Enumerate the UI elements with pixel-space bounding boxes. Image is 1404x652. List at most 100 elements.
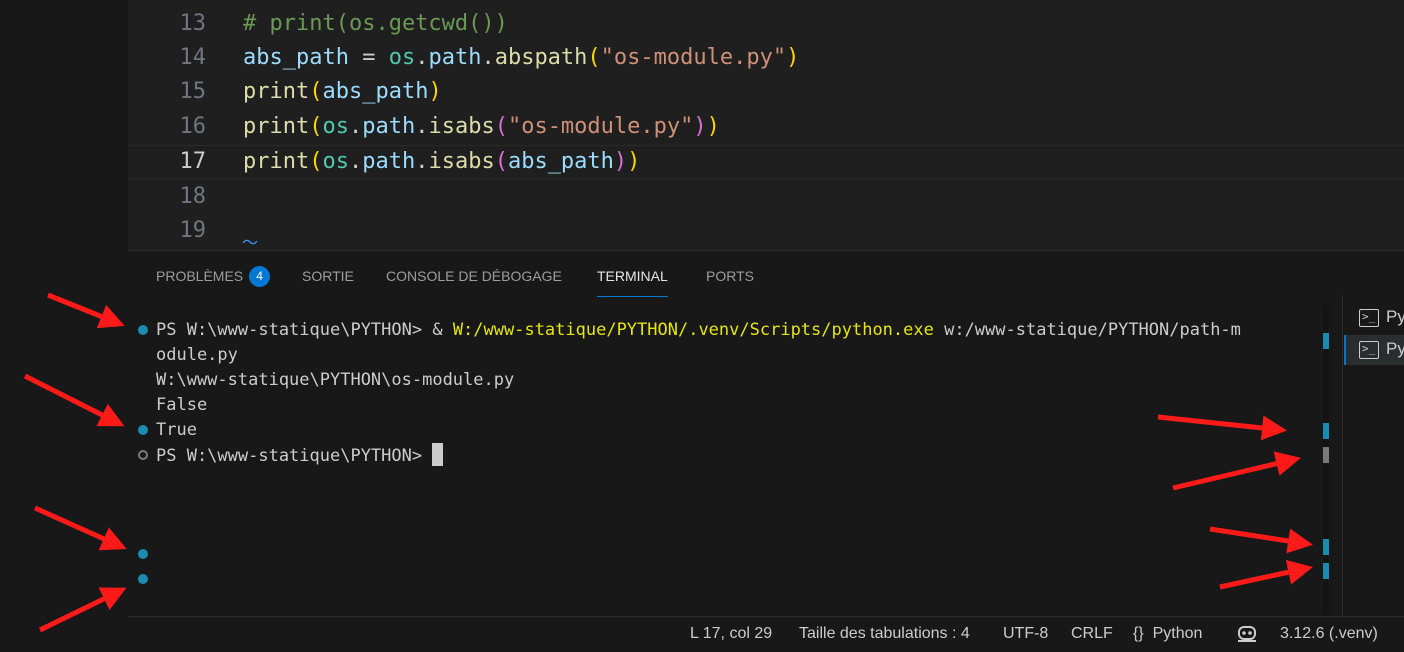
line-code: print(os.path.isabs("os-module.py")): [243, 110, 720, 144]
code-token: (: [587, 45, 601, 70]
editor-line[interactable]: 15 print(abs_path): [128, 75, 1404, 109]
terminal-list-divider[interactable]: [1342, 295, 1343, 617]
terminal-tabs-list: >_ Py >_ Py: [1344, 301, 1404, 371]
terminal-line: True: [156, 420, 197, 440]
problems-count-badge: 4: [249, 266, 271, 287]
code-token: (: [309, 114, 323, 139]
left-gutter-area: [0, 0, 128, 652]
command-success-decoration[interactable]: [138, 325, 148, 335]
overview-ruler-cursor-mark: [1323, 447, 1329, 463]
code-token: ): [428, 79, 442, 104]
terminal-tab-item[interactable]: >_ Py: [1344, 303, 1404, 333]
tab-label: PROBLÈMES: [156, 268, 244, 284]
code-token: (: [494, 149, 508, 174]
code-token: print: [243, 79, 310, 104]
code-token: ): [627, 149, 641, 174]
code-token: .: [348, 114, 363, 139]
code-token: isabs: [428, 114, 495, 139]
code-token: ): [786, 45, 800, 70]
file-encoding[interactable]: UTF-8: [1003, 617, 1048, 651]
code-token: .: [348, 149, 363, 174]
status-bar: L 17, col 29 Taille des tabulations : 4 …: [128, 616, 1404, 652]
terminal-tab-label: Py: [1386, 339, 1404, 358]
code-token: abspath: [494, 45, 588, 70]
line-code: print(os.path.isabs(abs_path)): [243, 145, 640, 179]
terminal-line: PS W:\www-statique\PYTHON> & W:/www-stat…: [156, 318, 1241, 343]
command-success-decoration[interactable]: [138, 425, 148, 435]
line-number-active: 17: [179, 149, 207, 174]
script-path: w:/www-statique/PYTHON/path-m: [933, 320, 1241, 340]
terminal-icon: >_: [1359, 309, 1379, 327]
tab-label: PORTS: [706, 268, 754, 284]
code-token: path: [362, 114, 416, 139]
line-code: print(abs_path): [243, 75, 442, 109]
line-number: 13: [179, 11, 207, 36]
code-token: path: [428, 45, 482, 70]
editor-line[interactable]: 13 # print(os.getcwd()): [128, 7, 1404, 41]
overview-ruler-mark: [1323, 423, 1329, 439]
terminal-line: False: [156, 395, 208, 415]
terminal-cursor: [432, 443, 444, 466]
line-code: # print(os.getcwd()): [243, 7, 508, 41]
line-code: abs_path = os.path.abspath("os-module.py…: [243, 41, 799, 75]
code-token: .: [415, 114, 429, 139]
tab-ports[interactable]: PORTS: [706, 251, 754, 295]
code-token: ): [613, 149, 628, 174]
code-token: print: [243, 149, 310, 174]
python-interpreter[interactable]: 3.12.6 (.venv): [1280, 617, 1378, 651]
line-number: 18: [179, 184, 207, 209]
command-success-decoration[interactable]: [138, 574, 148, 584]
warning-squiggle-icon: 〜: [242, 235, 259, 251]
braces-icon: {}: [1133, 625, 1144, 642]
bottom-panel: PROBLÈMES 4 SORTIE CONSOLE DE DÉBOGAGE TE…: [128, 250, 1404, 617]
terminal-tab-label: Py: [1386, 307, 1404, 326]
editor-line[interactable]: 14 abs_path = os.path.abspath("os-module…: [128, 41, 1404, 75]
code-token: ): [693, 114, 707, 139]
code-token: abs_path: [322, 79, 429, 104]
tab-label: CONSOLE DE DÉBOGAGE: [386, 268, 562, 284]
code-token: =: [362, 45, 376, 70]
terminal-tab-item-selected[interactable]: >_ Py: [1344, 335, 1404, 365]
tab-label: SORTIE: [302, 268, 354, 284]
terminal-line: W:\www-statique\PYTHON\os-module.py: [156, 370, 515, 390]
code-token: (: [309, 79, 323, 104]
code-token: os: [388, 45, 416, 70]
command-success-decoration[interactable]: [138, 549, 148, 559]
code-token: (: [309, 149, 323, 174]
code-token: (: [494, 114, 508, 139]
tab-size[interactable]: Taille des tabulations : 4: [799, 617, 970, 651]
python-exe-path: W:/www-statique/PYTHON/.venv/Scripts/pyt…: [452, 320, 934, 340]
editor-line-current[interactable]: 17 print(os.path.isabs(abs_path)): [128, 145, 1404, 179]
overview-ruler-mark: [1323, 333, 1329, 349]
editor-line[interactable]: 16 print(os.path.isabs("os-module.py")): [128, 110, 1404, 144]
copilot-glyph-icon: [1238, 626, 1256, 642]
editor-line[interactable]: 18: [128, 180, 1404, 214]
terminal-output[interactable]: PS W:\www-statique\PYTHON> & W:/www-stat…: [128, 305, 1323, 605]
terminal-scrollbar[interactable]: [1323, 305, 1329, 615]
tab-label: TERMINAL: [597, 268, 668, 284]
cursor-position[interactable]: L 17, col 29: [690, 617, 772, 651]
overview-ruler-mark: [1323, 563, 1329, 579]
line-number: 19: [179, 218, 207, 243]
code-token: abs_path: [243, 45, 349, 70]
copilot-icon[interactable]: [1236, 624, 1258, 650]
line-number: 14: [179, 45, 207, 70]
line-ending[interactable]: CRLF: [1071, 617, 1113, 651]
command-pending-decoration[interactable]: [138, 450, 148, 460]
tab-debug-console[interactable]: CONSOLE DE DÉBOGAGE: [386, 251, 562, 295]
tab-problems[interactable]: PROBLÈMES 4: [156, 251, 271, 295]
line-number: 15: [179, 79, 207, 104]
editor-line[interactable]: 19: [128, 214, 1404, 248]
terminal-prompt-line: PS W:\www-statique\PYTHON>: [156, 443, 444, 469]
code-editor[interactable]: 13 # print(os.getcwd()) 14 abs_path = os…: [128, 0, 1404, 250]
language-mode[interactable]: {} Python: [1133, 617, 1202, 651]
code-token: abs_path: [507, 149, 614, 174]
code-token: os: [322, 114, 349, 139]
prompt-text: PS W:\www-statique\PYTHON>: [156, 446, 433, 466]
terminal-icon: >_: [1359, 341, 1379, 359]
code-token: isabs: [428, 149, 495, 174]
tab-output[interactable]: SORTIE: [302, 251, 354, 295]
tab-terminal[interactable]: TERMINAL: [597, 251, 668, 297]
code-token: ): [706, 114, 720, 139]
code-token: .: [415, 149, 429, 174]
